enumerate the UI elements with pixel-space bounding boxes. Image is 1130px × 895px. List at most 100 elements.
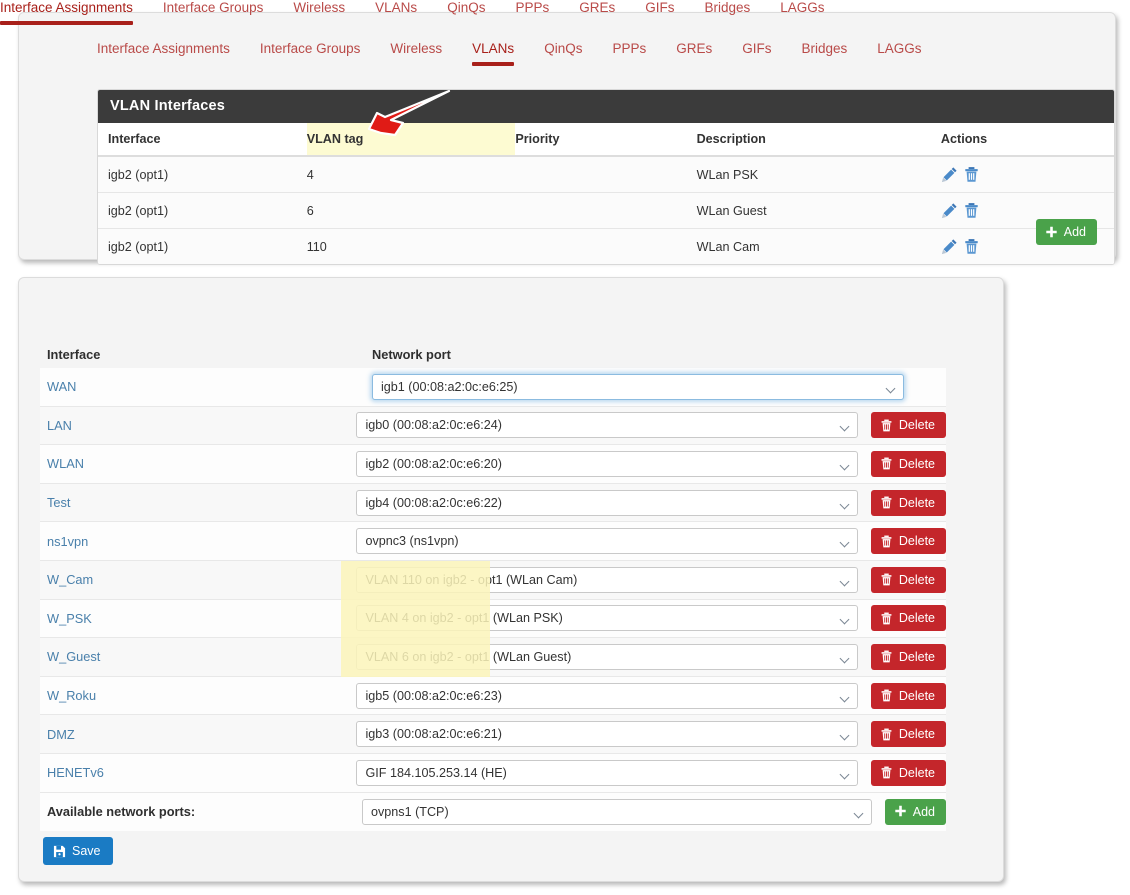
interface-link-wlan[interactable]: WLAN (40, 456, 356, 471)
cell-vlan-tag: 110 (306, 228, 516, 264)
table-row: igb2 (opt1) 4 WLan PSK (98, 156, 1114, 193)
trash-icon (880, 650, 893, 663)
delete-button-w_cam[interactable]: Delete (870, 566, 946, 593)
assignments-tab-bridges[interactable]: Bridges (704, 0, 750, 25)
delete-button-w_psk[interactable]: Delete (870, 605, 946, 632)
select-value: igb4 (00:08:a2:0c:e6:22) (365, 495, 502, 510)
assignments-tab-qinqs[interactable]: QinQs (447, 0, 485, 25)
column-header-description: Description (696, 123, 941, 157)
tab-label: GREs (676, 41, 713, 56)
delete-button-dmz[interactable]: Delete (870, 721, 946, 748)
trash-icon[interactable] (963, 202, 980, 219)
trash-icon[interactable] (963, 166, 980, 183)
pencil-icon[interactable] (941, 202, 958, 219)
assignments-tab-laggs[interactable]: LAGGs (780, 0, 824, 25)
interface-link-dmz[interactable]: DMZ (40, 727, 356, 742)
network-port-select-ns1vpn[interactable]: ovpnc3 (ns1vpn) (356, 528, 858, 555)
delete-button-henetv6[interactable]: Delete (870, 759, 946, 786)
interface-link-w_roku[interactable]: W_Roku (40, 688, 356, 703)
delete-button-w_roku[interactable]: Delete (870, 682, 946, 709)
interface-link-test[interactable]: Test (40, 495, 356, 510)
assign-column-header-interface: Interface (47, 347, 101, 362)
interface-link-w_cam[interactable]: W_Cam (40, 572, 356, 587)
add-interface-button[interactable]: Add (884, 798, 946, 825)
floppy-disk-icon (53, 845, 66, 858)
vlans-tab-laggs[interactable]: LAGGs (877, 41, 921, 66)
trash-icon[interactable] (963, 238, 980, 255)
assignments-tab-gifs[interactable]: GIFs (645, 0, 674, 25)
available-network-ports-select[interactable]: ovpns1 (TCP) (361, 798, 872, 825)
vlans-tab-wireless[interactable]: Wireless (390, 41, 442, 66)
tab-label: Interface Assignments (97, 41, 230, 56)
delete-button-ns1vpn[interactable]: Delete (870, 528, 946, 555)
tab-label: PPPs (515, 0, 550, 15)
assignments-tab-vlans[interactable]: VLANs (375, 0, 417, 25)
interface-assignment-row: Test igb4 (00:08:a2:0c:e6:22) Delete (40, 483, 946, 523)
save-label: Save (72, 844, 101, 858)
pencil-icon[interactable] (941, 166, 958, 183)
vlans-tab-gres[interactable]: GREs (676, 41, 712, 66)
network-port-select-test[interactable]: igb4 (00:08:a2:0c:e6:22) (356, 489, 858, 516)
interface-link-wan[interactable]: WAN (40, 379, 372, 394)
select-value: igb5 (00:08:a2:0c:e6:23) (365, 688, 502, 703)
cell-priority (515, 192, 697, 229)
cell-actions (940, 156, 1114, 193)
interface-link-henetv6[interactable]: HENETv6 (40, 765, 356, 780)
vlans-tab-interface-groups[interactable]: Interface Groups (260, 41, 361, 66)
select-value: igb0 (00:08:a2:0c:e6:24) (365, 418, 502, 433)
tab-label: GIFs (645, 0, 675, 15)
delete-button-w_guest[interactable]: Delete (870, 643, 946, 670)
assignments-tab-gres[interactable]: GREs (579, 0, 615, 25)
vlans-tab-gifs[interactable]: GIFs (742, 41, 771, 66)
network-port-select-w_guest[interactable]: VLAN 6 on igb2 - opt1 (WLan Guest) (356, 643, 858, 670)
delete-button-lan[interactable]: Delete (870, 412, 946, 439)
tab-label: QinQs (447, 0, 486, 15)
save-button[interactable]: Save (43, 837, 113, 865)
interface-assignment-rows: WAN igb1 (00:08:a2:0c:e6:25) LAN igb0 (00:0… (40, 368, 946, 832)
delete-button-test[interactable]: Delete (870, 489, 946, 516)
vlans-tab-bar: Interface Assignments Interface Groups Wir… (97, 41, 952, 66)
network-port-select-dmz[interactable]: igb3 (00:08:a2:0c:e6:21) (356, 721, 858, 748)
assignments-tab-wireless[interactable]: Wireless (293, 0, 345, 25)
select-value: ovpns1 (TCP) (370, 804, 449, 819)
network-port-select-lan[interactable]: igb0 (00:08:a2:0c:e6:24) (356, 412, 858, 439)
interface-assignment-row: W_Cam VLAN 110 on igb2 - opt1 (WLan Cam) D… (40, 560, 946, 600)
interface-assignment-row: ns1vpn ovpnc3 (ns1vpn) Delete (40, 522, 946, 561)
interface-link-w_guest[interactable]: W_Guest (40, 649, 356, 664)
vlans-tab-bridges[interactable]: Bridges (801, 41, 847, 66)
select-value: GIF 184.105.253.14 (HE) (365, 765, 507, 780)
vlans-tab-ppps[interactable]: PPPs (612, 41, 646, 66)
interface-assignment-row: DMZ igb3 (00:08:a2:0c:e6:21) Delete (40, 715, 946, 754)
network-port-select-henetv6[interactable]: GIF 184.105.253.14 (HE) (356, 759, 858, 786)
tab-label: GREs (579, 0, 616, 15)
cell-vlan-tag: 6 (306, 192, 516, 229)
tab-label: LAGGs (780, 0, 825, 15)
interface-link-w_psk[interactable]: W_PSK (40, 611, 356, 626)
vlan-add-button[interactable]: Add (1035, 219, 1097, 245)
cell-description: WLan Cam (696, 228, 941, 264)
network-port-select-wlan[interactable]: igb2 (00:08:a2:0c:e6:20) (356, 450, 858, 477)
assignments-tab-interface-assignments[interactable]: Interface Assignments (0, 0, 133, 25)
assignments-tab-interface-groups[interactable]: Interface Groups (163, 0, 264, 25)
column-header-interface: Interface (98, 123, 307, 157)
add-label: Add (912, 804, 935, 819)
tab-label: PPPs (612, 41, 647, 56)
delete-label: Delete (898, 495, 935, 510)
trash-icon (880, 419, 893, 432)
vlans-tab-qinqs[interactable]: QinQs (544, 41, 582, 66)
interface-link-lan[interactable]: LAN (40, 418, 356, 433)
pencil-icon[interactable] (941, 238, 958, 255)
vlan-interfaces-table: Interface VLAN tag Priority Description … (98, 123, 1114, 264)
vlans-tab-interface-assignments[interactable]: Interface Assignments (97, 41, 230, 66)
interface-assignment-row: LAN igb0 (00:08:a2:0c:e6:24) Delete (40, 406, 946, 446)
network-port-select-w_roku[interactable]: igb5 (00:08:a2:0c:e6:23) (356, 682, 858, 709)
assignments-tab-ppps[interactable]: PPPs (515, 0, 549, 25)
interface-link-ns1vpn[interactable]: ns1vpn (40, 534, 356, 549)
network-port-select-w_cam[interactable]: VLAN 110 on igb2 - opt1 (WLan Cam) (356, 566, 858, 593)
vlans-tab-vlans[interactable]: VLANs (472, 41, 515, 66)
delete-button-wlan[interactable]: Delete (870, 450, 946, 477)
column-header-priority: Priority (515, 123, 697, 157)
tab-label: Wireless (293, 0, 346, 15)
network-port-select-w_psk[interactable]: VLAN 4 on igb2 - opt1 (WLan PSK) (356, 605, 858, 632)
network-port-select-wan[interactable]: igb1 (00:08:a2:0c:e6:25) (372, 373, 904, 400)
